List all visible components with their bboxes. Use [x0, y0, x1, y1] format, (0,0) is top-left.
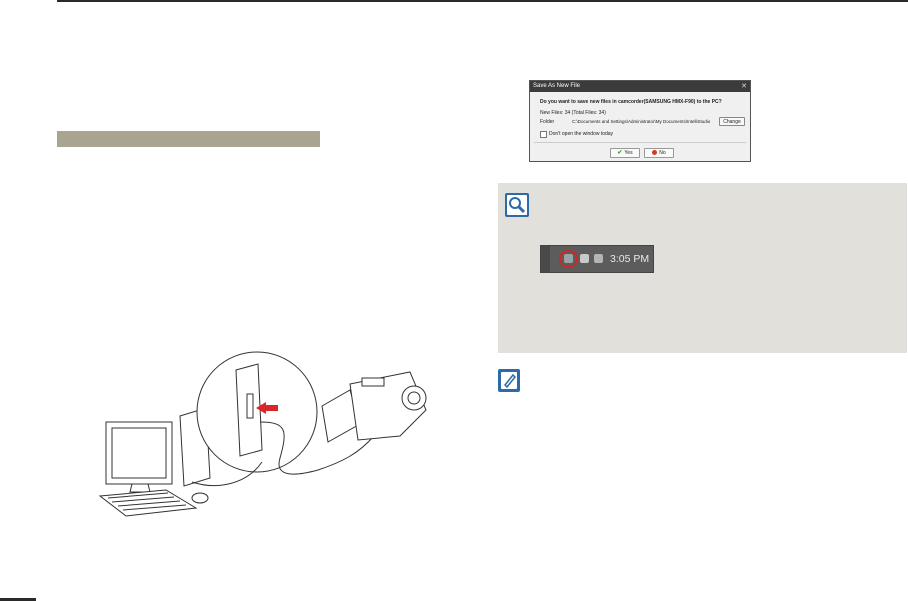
note-pencil-icon	[498, 369, 520, 392]
dialog-separator	[534, 142, 746, 143]
cancel-icon	[652, 150, 658, 156]
dialog-titlebar: Save As New File ✕	[530, 81, 750, 92]
dont-open-checkbox-label: Don't open the window today	[549, 131, 614, 137]
no-button-label: No	[659, 150, 666, 156]
tray-clock: 3:05 PM	[610, 253, 650, 265]
close-icon[interactable]: ✕	[741, 81, 747, 92]
magnifier-icon	[505, 193, 529, 217]
dialog-question: Do you want to save new files in camcord…	[540, 99, 722, 105]
tray-icon[interactable]	[580, 254, 589, 263]
folder-label: Folder	[540, 119, 555, 125]
new-files-count: New Files: 34 (Total Files: 34)	[540, 110, 606, 116]
tray-edge	[541, 246, 550, 272]
no-button[interactable]: No	[644, 148, 674, 158]
folder-path: C:\Documents and Settings\Administrator\…	[572, 119, 711, 124]
pc-camcorder-connection-illustration	[98, 351, 427, 517]
save-as-new-file-dialog: Save As New File ✕ Do you want to save n…	[529, 80, 751, 162]
yes-button[interactable]: ✔ Yes	[610, 148, 640, 158]
section-header-bar	[57, 131, 320, 147]
dont-open-checkbox[interactable]	[540, 131, 547, 138]
tray-icon-highlight	[559, 250, 578, 268]
yes-button-label: Yes	[624, 150, 633, 156]
change-folder-button[interactable]: Change	[719, 117, 745, 126]
system-tray: 3:05 PM	[540, 245, 654, 273]
tray-icon[interactable]	[594, 254, 603, 263]
top-rule	[57, 0, 908, 2]
dialog-title: Save As New File	[533, 83, 581, 89]
check-icon: ✔	[617, 150, 623, 156]
